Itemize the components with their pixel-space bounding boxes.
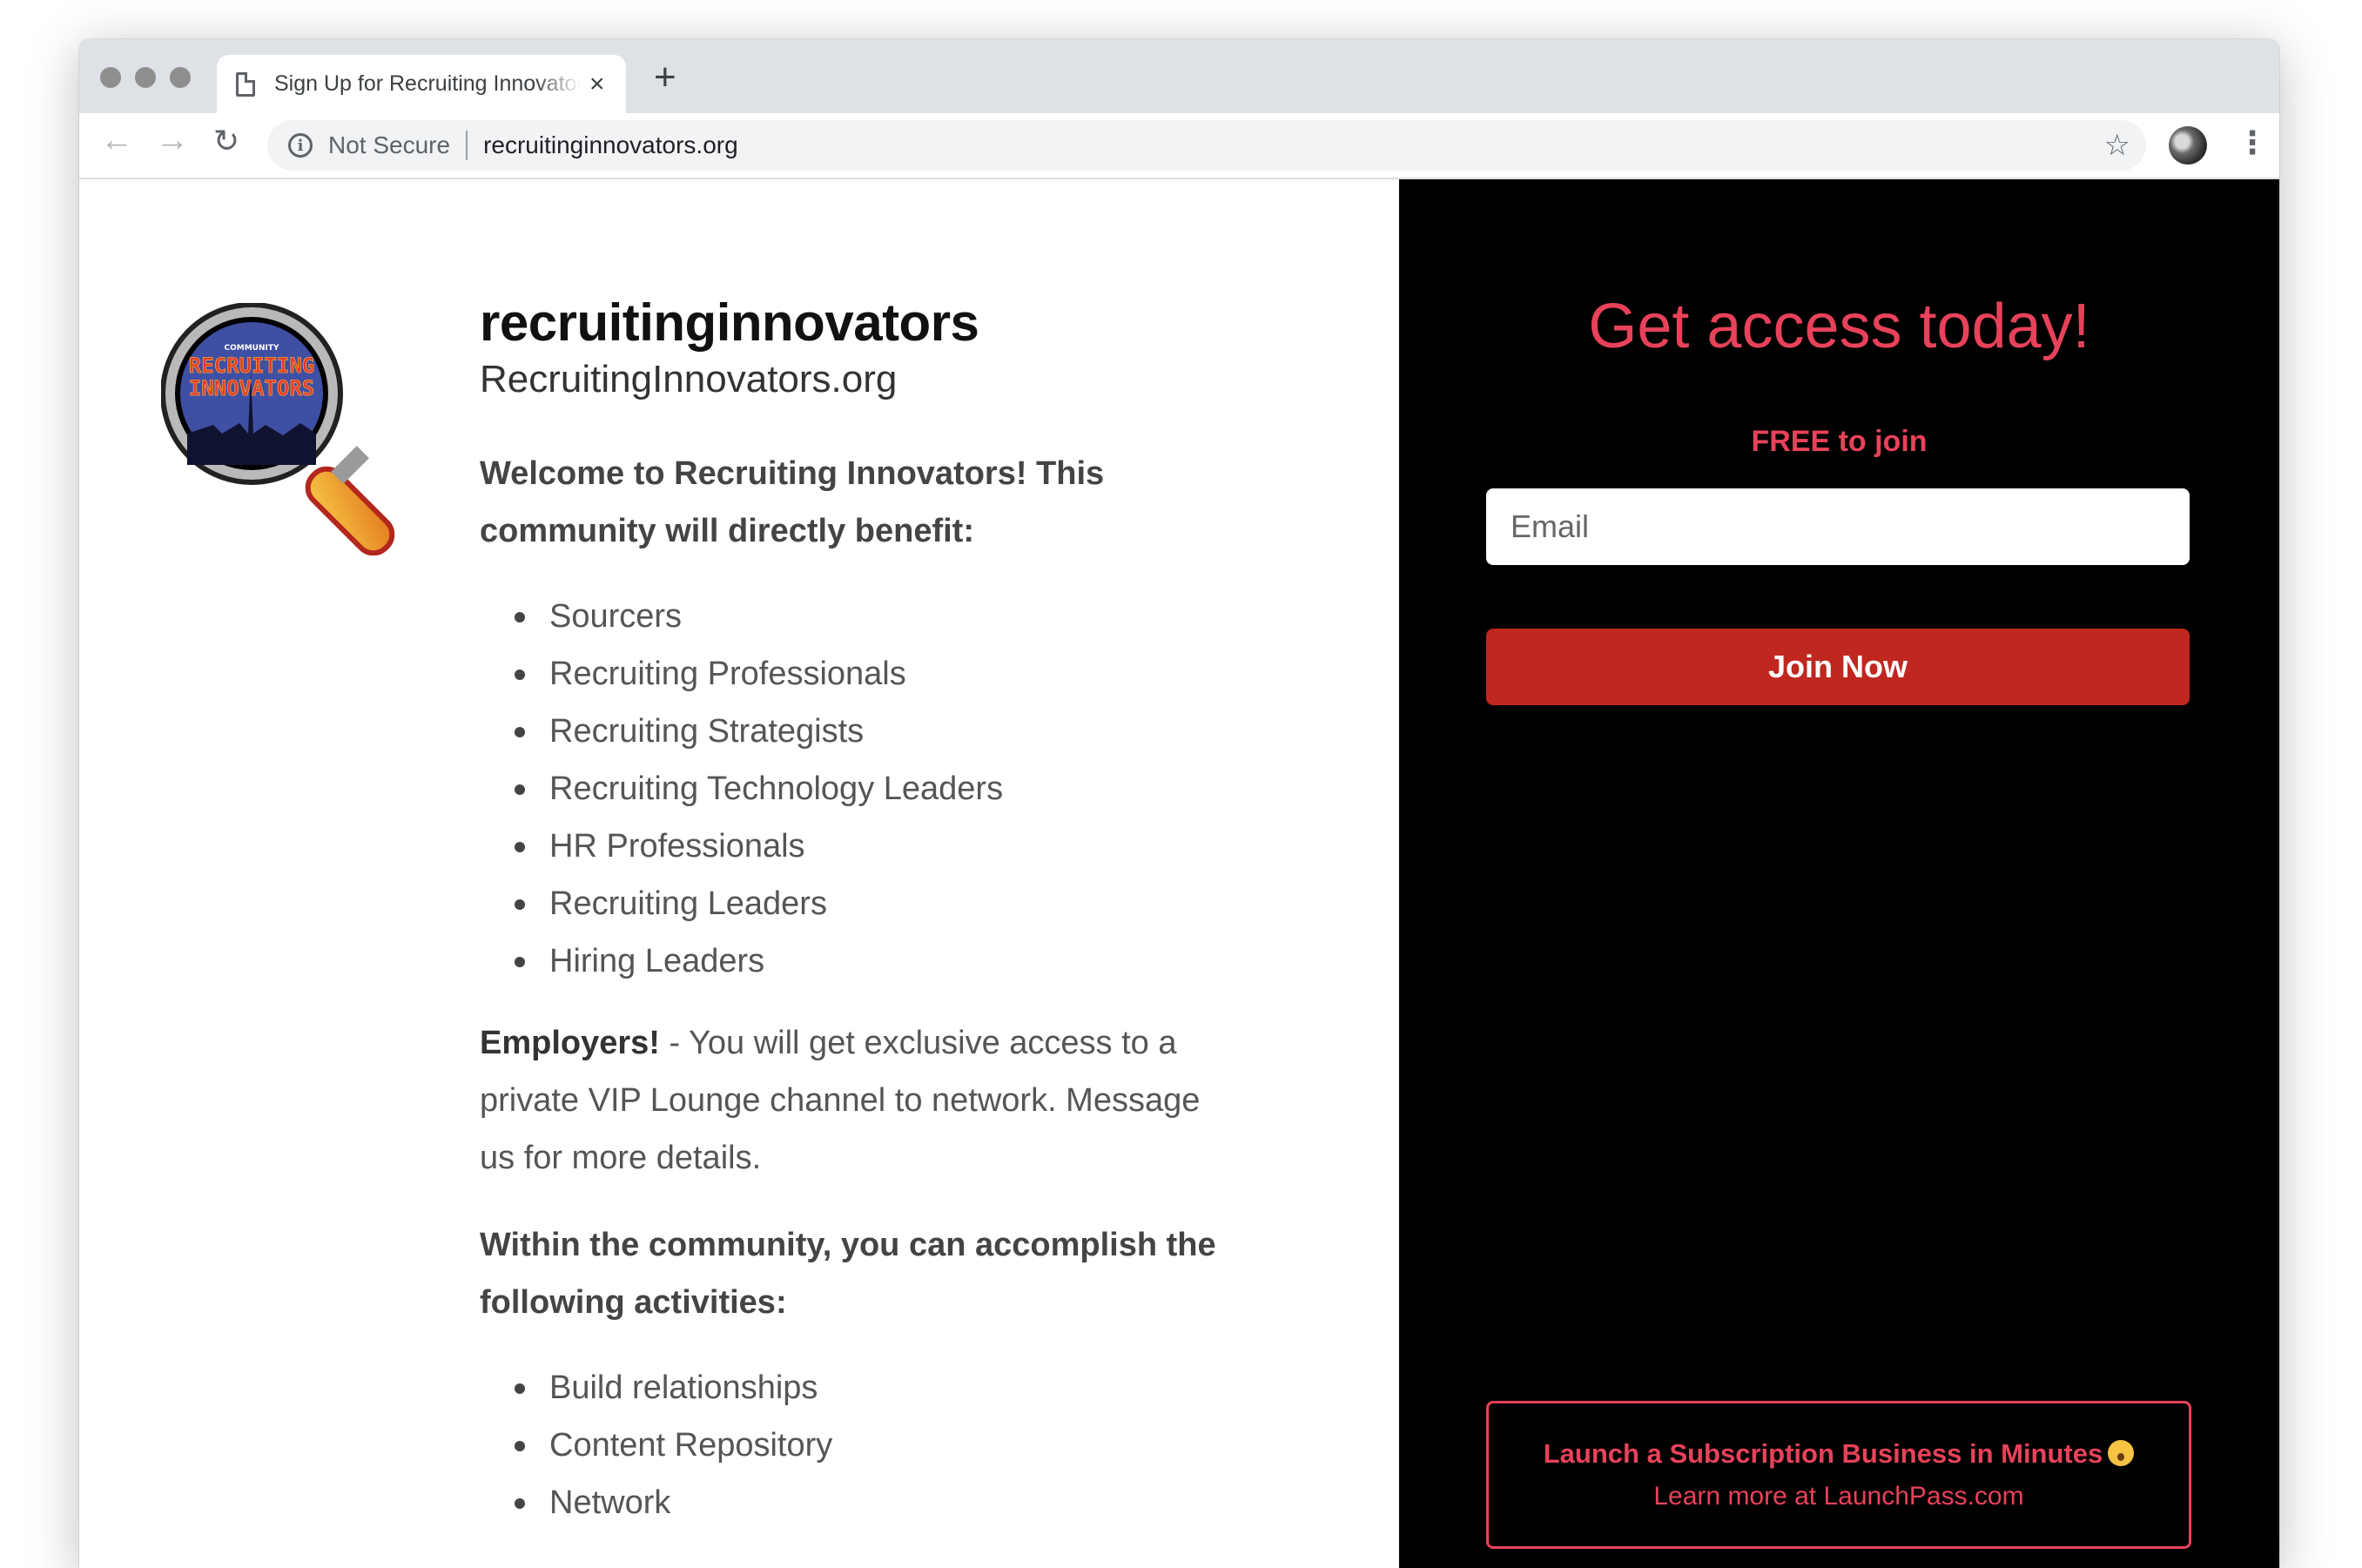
activities-list: Build relationships Content Repository N…: [515, 1359, 1263, 1531]
browser-toolbar: ← → ↻ i Not Secure recruitinginnovators.…: [79, 113, 2279, 179]
launchpass-promo[interactable]: Launch a Subscription Business in Minute…: [1486, 1401, 2191, 1549]
community-site: RecruitingInnovators.org: [480, 358, 898, 400]
close-window-button[interactable]: [100, 67, 121, 88]
welcome-text: Welcome to Recruiting Innovators! This c…: [480, 455, 1105, 549]
surprised-face-icon: [2108, 1440, 2135, 1466]
signup-panel: Get access today! FREE to join Join Now …: [1399, 179, 2279, 1568]
tab-strip: Sign Up for Recruiting Innovators × +: [79, 39, 2279, 113]
list-item: Recruiting Leaders: [515, 875, 1263, 932]
address-bar[interactable]: i Not Secure recruitinginnovators.org ☆: [267, 120, 2146, 171]
signup-headline: Get access today!: [1588, 292, 2090, 361]
reload-icon[interactable]: ↻: [213, 125, 239, 157]
list-item: Recruiting Professionals: [515, 645, 1263, 703]
page-content: COMMUNITY RECRUITING INNOVATORS recruiti…: [79, 179, 2279, 1568]
promo-link[interactable]: Learn more at LaunchPass.com: [1489, 1482, 2189, 1511]
logo-small-text: COMMUNITY: [224, 344, 279, 353]
menu-kebab-icon[interactable]: ⋮: [2237, 127, 2268, 158]
employers-bold: Employers!: [480, 1025, 660, 1061]
list-item: Hiring Leaders: [515, 932, 1263, 990]
info-icon[interactable]: i: [288, 133, 313, 158]
back-arrow-icon[interactable]: ←: [100, 124, 133, 157]
list-item: Content Repository: [515, 1417, 1263, 1474]
document-icon: [236, 71, 255, 97]
promo-title: Launch a Subscription Business in Minute…: [1543, 1438, 2103, 1469]
list-item: Recruiting Strategists: [515, 703, 1263, 760]
new-tab-button[interactable]: +: [654, 58, 676, 97]
list-item: Network: [515, 1474, 1263, 1531]
logo-line1: RECRUITING: [189, 353, 315, 378]
minimize-window-button[interactable]: [135, 67, 156, 88]
community-logo: COMMUNITY RECRUITING INNOVATORS: [161, 303, 395, 555]
employers-paragraph: Employers! - You will get exclusive acce…: [480, 1014, 1228, 1187]
tab-title: Sign Up for Recruiting Innovators: [274, 71, 581, 96]
list-item: HR Professionals: [515, 818, 1263, 875]
maximize-window-button[interactable]: [170, 67, 191, 88]
community-info-panel: COMMUNITY RECRUITING INNOVATORS recruiti…: [79, 179, 1399, 1568]
promo-title-row: Launch a Subscription Business in Minute…: [1489, 1438, 2189, 1470]
email-input[interactable]: [1486, 488, 2190, 565]
profile-avatar[interactable]: [2169, 126, 2207, 165]
list-item: Build relationships: [515, 1359, 1263, 1417]
community-name: recruitinginnovators: [480, 293, 979, 352]
list-item: Recruiting Technology Leaders: [515, 760, 1263, 818]
browser-window: Sign Up for Recruiting Innovators × + ← …: [79, 39, 2279, 1568]
omnibox-separator: [466, 131, 468, 160]
browser-tab[interactable]: Sign Up for Recruiting Innovators ×: [217, 55, 626, 113]
close-tab-icon[interactable]: ×: [589, 71, 605, 98]
forward-arrow-icon[interactable]: →: [156, 124, 189, 157]
community-description: recruitinginnovators RecruitingInnovator…: [480, 293, 1263, 1531]
url-text[interactable]: recruitinginnovators.org: [483, 131, 738, 159]
logo-line2: INNOVATORS: [189, 376, 315, 400]
join-now-button[interactable]: Join Now: [1486, 629, 2190, 705]
activities-heading: Within the community, you can accomplish…: [480, 1227, 1216, 1321]
list-item: Sourcers: [515, 588, 1263, 645]
audience-list: Sourcers Recruiting Professionals Recrui…: [515, 588, 1263, 990]
bookmark-star-icon[interactable]: ☆: [2104, 128, 2130, 163]
security-label[interactable]: Not Secure: [328, 131, 450, 159]
price-label: FREE to join: [1751, 425, 1928, 458]
